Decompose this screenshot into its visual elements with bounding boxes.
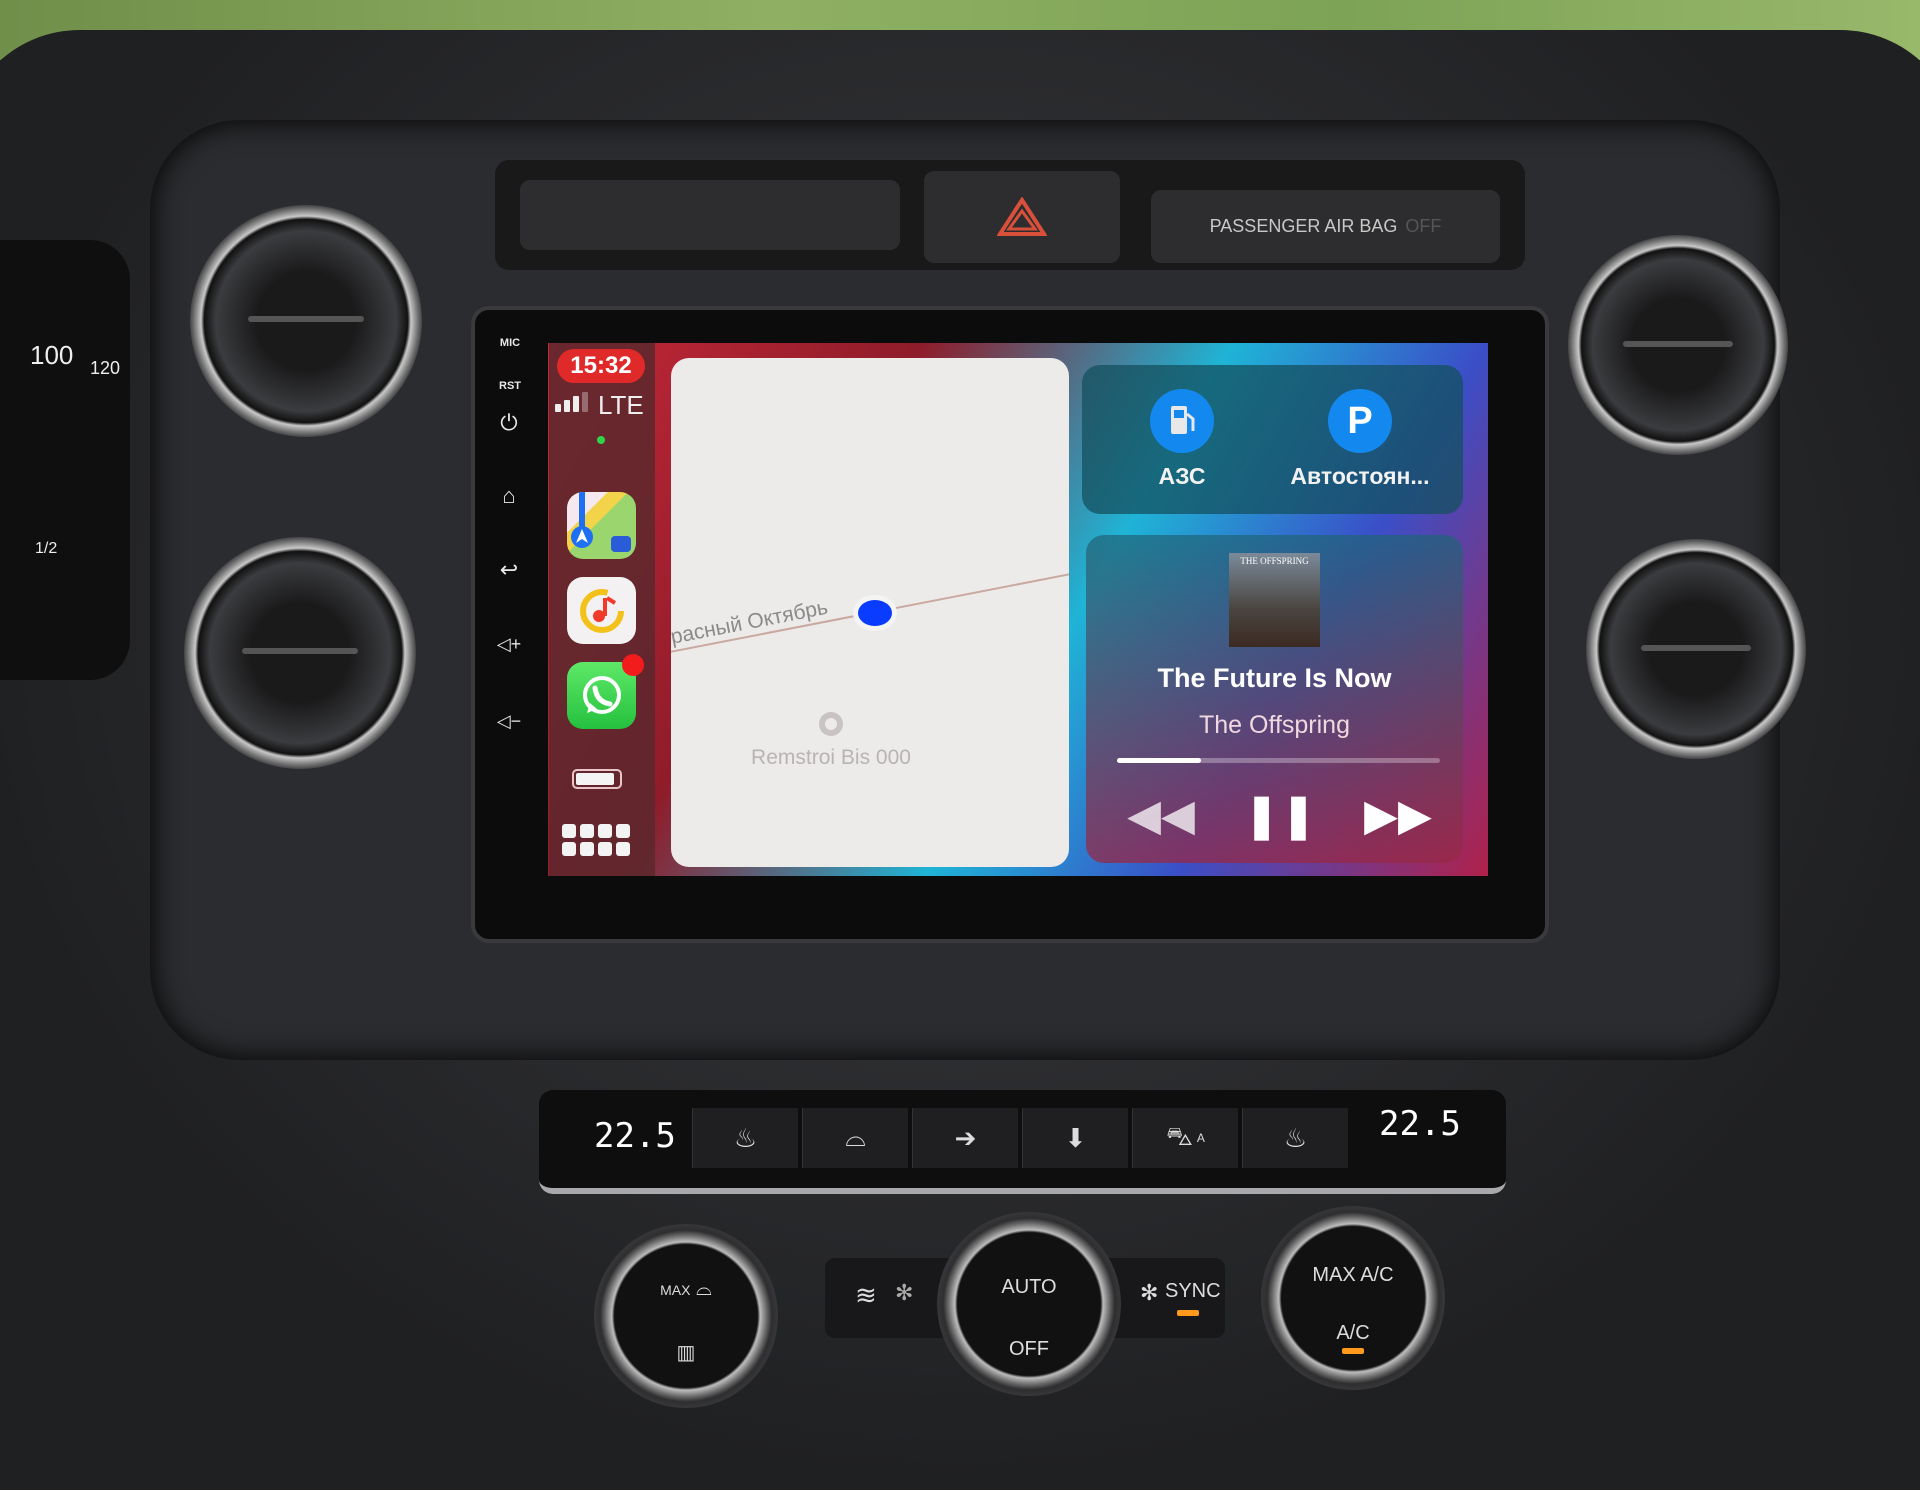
speed-mark-120: 120	[90, 358, 121, 378]
off-button[interactable]: OFF	[959, 1338, 1099, 1361]
battery-icon	[572, 769, 622, 789]
music-icon	[579, 588, 624, 633]
current-location-dot	[858, 600, 892, 626]
seat-heat-left-button[interactable]: ♨	[692, 1108, 798, 1168]
playback-progress-fill	[1117, 758, 1201, 763]
shortcut-parking[interactable]: P Автостоян...	[1270, 389, 1450, 490]
sync-led	[1177, 1310, 1199, 1316]
right-temperature: 22.5	[1379, 1104, 1461, 1144]
signal-strength-icon	[555, 392, 588, 412]
dock-app-music[interactable]	[567, 577, 636, 644]
ac-button[interactable]: A/C	[1283, 1322, 1423, 1345]
windshield-seat-icon: ⌓	[845, 1122, 866, 1152]
face-air-button[interactable]: ➔	[912, 1108, 1018, 1168]
shortcut-label: Автостоян...	[1290, 463, 1430, 489]
center-vent	[520, 180, 900, 250]
notification-badge	[622, 654, 644, 676]
rear-window-heat-icon[interactable]: ▥	[616, 1340, 756, 1365]
volume-up-icon[interactable]: ◁+	[494, 634, 524, 655]
poi-label: Remstroi Bis 000	[751, 746, 911, 769]
status-time: 15:32	[557, 349, 645, 383]
passenger-airbag-indicator: PASSENGER AIR BAG OFF	[1151, 190, 1500, 263]
windshield-air-button[interactable]: ⌓	[802, 1108, 908, 1168]
air-vent-right-bottom[interactable]	[1586, 539, 1806, 759]
reset-button[interactable]: RST	[490, 380, 530, 392]
max-label: MAX	[660, 1282, 691, 1298]
speed-mark-100: 100	[30, 340, 74, 370]
left-temperature-knob[interactable]: MAX ⌓ ▥	[594, 1224, 778, 1408]
whatsapp-icon	[582, 675, 621, 714]
hazard-button[interactable]	[924, 171, 1120, 263]
playback-progress-bar[interactable]	[1117, 758, 1440, 763]
right-temperature-knob[interactable]: MAX A/C A/C	[1261, 1206, 1445, 1390]
shortcut-label: АЗС	[1158, 463, 1206, 489]
fast-forward-icon[interactable]: ▶▶	[1358, 790, 1438, 841]
album-art: THE OFFSPRING	[1229, 553, 1320, 647]
seat-heat-right-button[interactable]: ♨	[1242, 1108, 1348, 1168]
ac-led	[1342, 1348, 1364, 1354]
destination-shortcuts: АЗС P Автостоян...	[1082, 365, 1463, 514]
home-icon[interactable]: ⌂	[494, 483, 524, 509]
fuel-pump-icon	[1150, 389, 1214, 453]
back-icon[interactable]: ↩	[494, 557, 524, 583]
sync-button[interactable]: SYNC	[1165, 1280, 1221, 1303]
max-ac-button[interactable]: MAX A/C	[1283, 1264, 1423, 1287]
seat-heat-icon: ♨	[1283, 1122, 1308, 1153]
airflow-feet-icon: ⬇	[1064, 1122, 1087, 1153]
shortcut-gas-station[interactable]: АЗС	[1092, 389, 1272, 490]
recirculation-car-icon: ⛍	[1166, 1120, 1193, 1151]
seat-heat-icon: ♨	[733, 1122, 758, 1153]
album-art-text: THE OFFSPRING	[1240, 556, 1309, 566]
fuel-mark: 1/2	[35, 540, 58, 557]
power-icon[interactable]: ⏻	[494, 410, 524, 436]
air-vent-left-bottom[interactable]	[184, 537, 416, 769]
left-temperature: 22.5	[594, 1116, 676, 1156]
auto-button[interactable]: AUTO	[959, 1276, 1099, 1299]
hazard-triangle-icon	[997, 197, 1047, 236]
rewind-icon[interactable]: ◀◀	[1121, 790, 1201, 841]
network-type: LTE	[598, 390, 644, 420]
road-name: расный Октябрь	[671, 595, 830, 649]
fan-icon: ✻	[1140, 1280, 1159, 1305]
airflow-face-icon: ➔	[954, 1122, 977, 1153]
rear-defrost-icon[interactable]: ≋	[855, 1280, 877, 1311]
maps-icon	[571, 492, 631, 552]
max-defrost-button[interactable]: MAX ⌓	[616, 1278, 756, 1301]
volume-down-icon[interactable]: ◁−	[494, 711, 524, 732]
parking-icon: P	[1328, 389, 1392, 453]
recirculation-auto-button[interactable]: ⛍ A	[1132, 1108, 1238, 1168]
instrument-cluster: 100 120 1/2	[0, 240, 130, 680]
fan-icon: ✻	[895, 1280, 914, 1305]
map-widget[interactable]: расный Октябрь Remstroi Bis 000	[671, 358, 1069, 867]
auto-recirc-label: A	[1196, 1131, 1205, 1145]
mic-in-use-indicator	[597, 436, 605, 444]
foot-air-button[interactable]: ⬇	[1022, 1108, 1128, 1168]
poi-marker-icon[interactable]	[819, 712, 843, 736]
fan-speed-knob[interactable]: AUTO OFF	[937, 1212, 1121, 1396]
now-playing-widget[interactable]: THE OFFSPRING The Future Is Now The Offs…	[1086, 535, 1463, 863]
air-vent-right-top[interactable]	[1568, 235, 1788, 455]
app-grid-button[interactable]	[562, 824, 630, 856]
airbag-state: OFF	[1405, 216, 1442, 236]
pause-icon[interactable]: ❚❚	[1240, 790, 1320, 841]
track-title: The Future Is Now	[1157, 663, 1392, 693]
track-artist: The Offspring	[1198, 711, 1350, 739]
air-vent-left-top[interactable]	[190, 205, 422, 437]
dock-app-maps[interactable]	[567, 492, 636, 559]
mic-label: MIC	[499, 337, 521, 349]
climate-display-strip: 22.5 ♨ ⌓ ➔ ⬇ ⛍ A ♨ 22.5	[539, 1090, 1506, 1194]
airbag-label: PASSENGER AIR BAG	[1209, 216, 1398, 236]
